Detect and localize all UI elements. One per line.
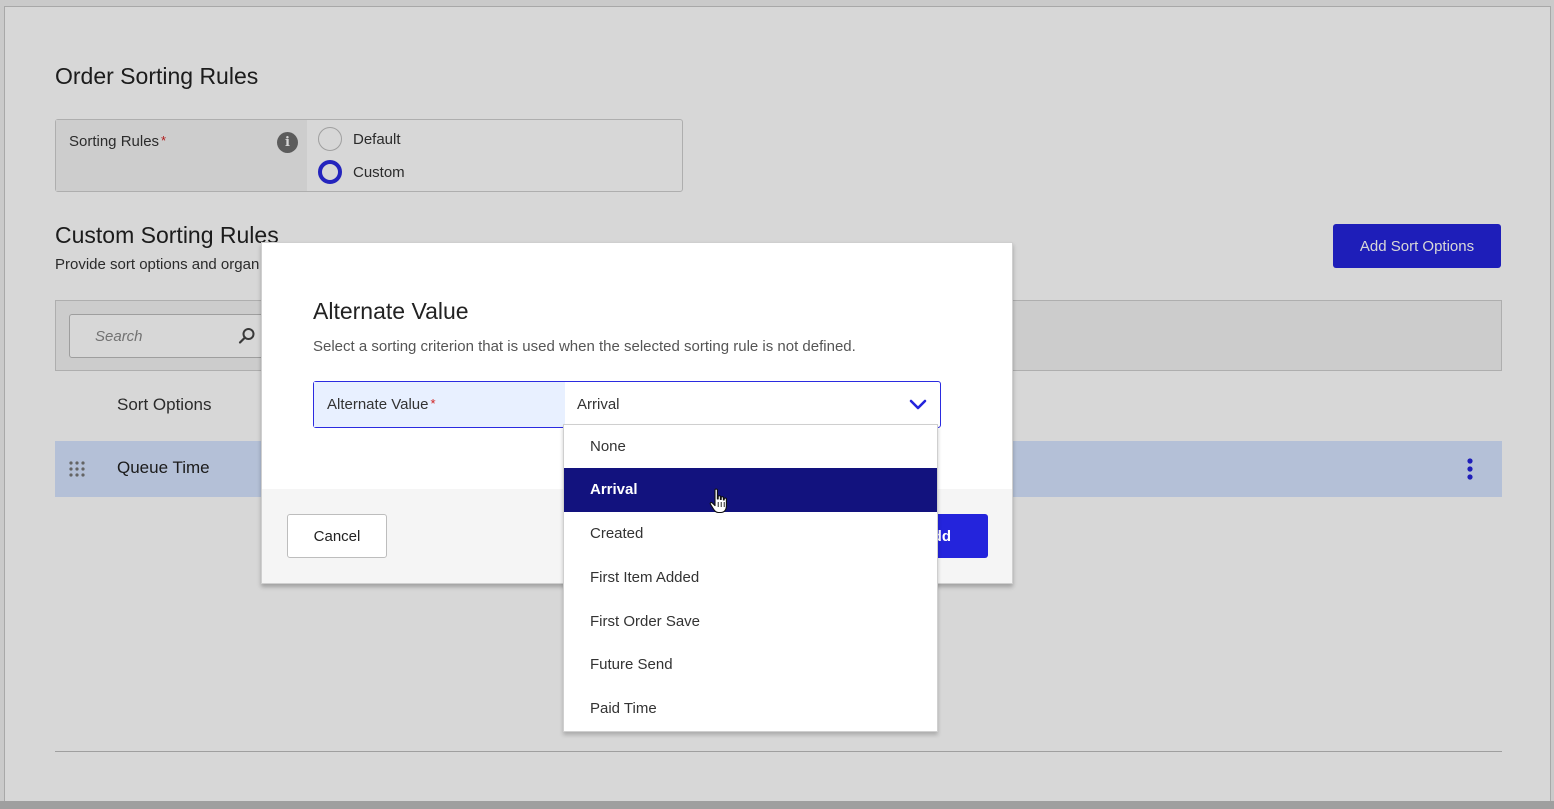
dropdown-option-first-item-added[interactable]: First Item Added	[564, 556, 937, 600]
alternate-value-selected[interactable]: Arrival	[577, 396, 620, 413]
modal-description: Select a sorting criterion that is used …	[313, 338, 856, 355]
dropdown-option-none[interactable]: None	[564, 425, 937, 469]
dropdown-option-created[interactable]: Created	[564, 512, 937, 556]
modal-title: Alternate Value	[313, 298, 469, 324]
dropdown-option-arrival[interactable]: Arrival	[564, 468, 937, 512]
alternate-value-label: Alternate Value *	[327, 396, 436, 413]
hand-cursor-icon	[709, 488, 727, 514]
alternate-value-label-cell: Alternate Value *	[314, 382, 565, 427]
dropdown-option-paid-time[interactable]: Paid Time	[564, 687, 937, 731]
alternate-value-dropdown: None Arrival Created First Item Added Fi…	[563, 424, 938, 732]
dropdown-option-first-order-save[interactable]: First Order Save	[564, 600, 937, 644]
required-mark: *	[430, 396, 436, 411]
dropdown-option-future-send[interactable]: Future Send	[564, 643, 937, 687]
chevron-down-icon[interactable]	[908, 395, 928, 415]
cancel-button[interactable]: Cancel	[287, 514, 387, 558]
alternate-value-select[interactable]: Alternate Value * Arrival	[313, 381, 941, 428]
